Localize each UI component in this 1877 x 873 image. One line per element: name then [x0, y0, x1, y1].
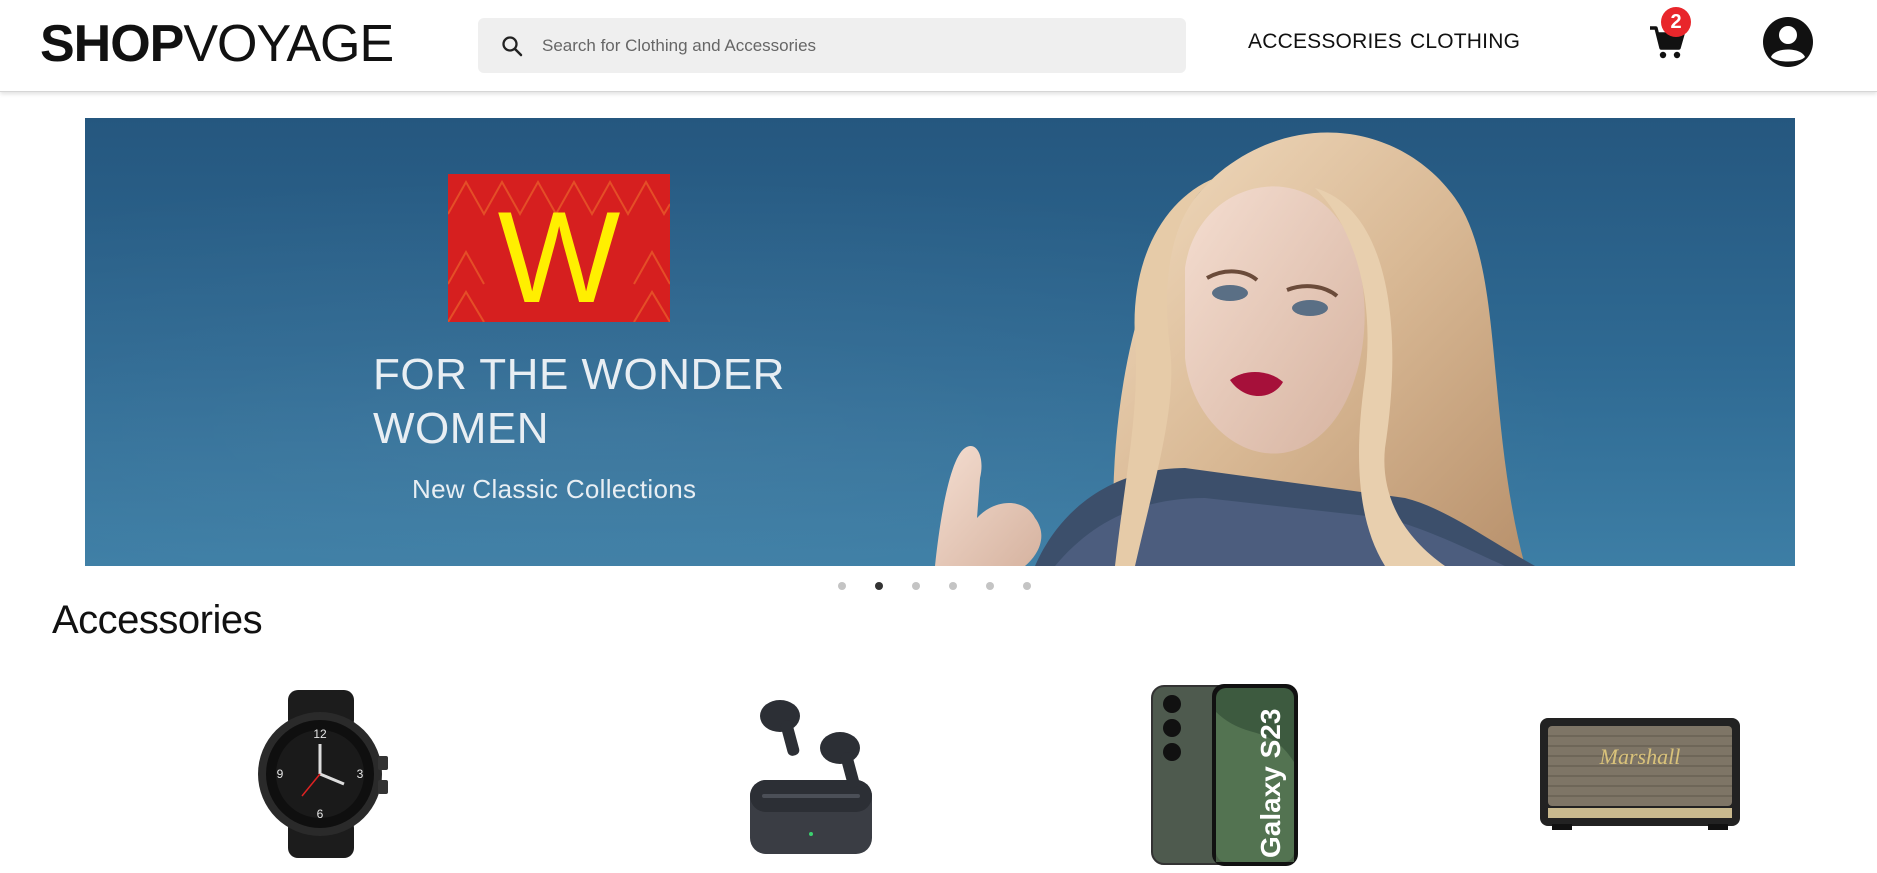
- carousel-dots: [838, 582, 1031, 590]
- model-photo: [935, 132, 1535, 566]
- brand-logo: W: [448, 174, 670, 322]
- top-navbar: SHOPVOYAGE ACCESSORIES CLOTHING 2: [0, 0, 1877, 92]
- search-bar[interactable]: [478, 18, 1186, 73]
- carousel-dot-4[interactable]: [949, 582, 957, 590]
- phone-label: Galaxy S23: [1255, 709, 1286, 858]
- cart-count-badge: 2: [1661, 7, 1691, 37]
- account-icon[interactable]: [1762, 16, 1814, 68]
- product-smartwatch[interactable]: 12 3 6 9: [240, 686, 400, 862]
- carousel-dot-6[interactable]: [1023, 582, 1031, 590]
- nav-accessories[interactable]: ACCESSORIES: [1248, 30, 1402, 54]
- carousel-dot-3[interactable]: [912, 582, 920, 590]
- hero-banner[interactable]: W FOR THE WONDER WOMEN New Classic Colle…: [85, 118, 1795, 566]
- logo-shop: SHOP: [40, 15, 184, 73]
- svg-text:12: 12: [313, 727, 327, 741]
- product-galaxy-s23[interactable]: Galaxy S23: [1148, 682, 1302, 868]
- search-icon[interactable]: [500, 34, 524, 58]
- section-title-accessories: Accessories: [52, 598, 263, 642]
- product-earbuds[interactable]: [740, 694, 880, 860]
- carousel-dot-1[interactable]: [838, 582, 846, 590]
- site-logo[interactable]: SHOPVOYAGE: [40, 15, 394, 73]
- svg-text:6: 6: [317, 807, 324, 821]
- product-marshall-speaker[interactable]: Marshall: [1536, 712, 1744, 832]
- banner-subtitle: New Classic Collections: [412, 474, 697, 504]
- banner-title: FOR THE WONDER WOMEN: [373, 350, 785, 453]
- carousel-dot-2[interactable]: [875, 582, 883, 590]
- nav-clothing[interactable]: CLOTHING: [1410, 30, 1520, 54]
- search-input[interactable]: [542, 35, 1142, 56]
- svg-text:3: 3: [357, 767, 364, 781]
- svg-text:9: 9: [277, 767, 284, 781]
- carousel-dot-5[interactable]: [986, 582, 994, 590]
- speaker-brand-label: Marshall: [1599, 744, 1681, 769]
- logo-voyage: VOYAGE: [183, 15, 394, 73]
- brand-letter: W: [498, 184, 621, 322]
